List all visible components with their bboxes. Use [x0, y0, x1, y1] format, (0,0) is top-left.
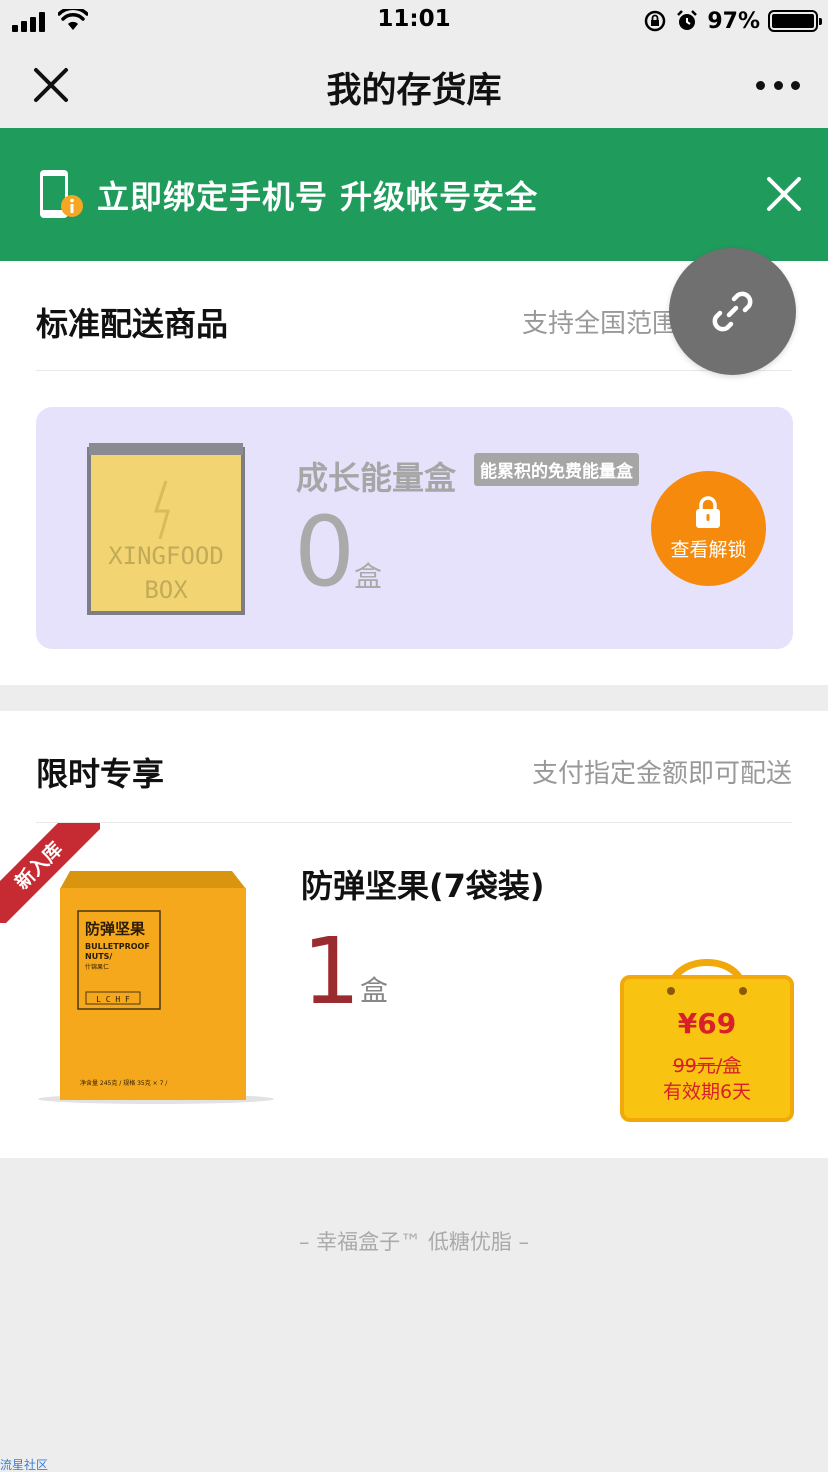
unlock-label: 查看解锁: [670, 539, 747, 561]
banner-close-icon[interactable]: [766, 176, 802, 212]
divider: [36, 370, 792, 371]
product-unit: 盒: [360, 974, 389, 1007]
box-text-line1: XINGFOOD: [108, 542, 224, 570]
bind-phone-banner[interactable]: 立即绑定手机号 升级帐号安全: [0, 128, 828, 261]
original-price: 99元/盒: [672, 1055, 742, 1077]
box-sub3: 什锦果仁: [85, 963, 109, 971]
box-title: 防弹坚果: [85, 920, 146, 938]
bulletproof-nuts-image[interactable]: 防弹坚果 BULLETPROOF NUTS/ 什锦果仁 L C H F 净含量 …: [36, 871, 276, 1107]
box-sub2: NUTS/: [85, 952, 112, 961]
footer-slogan: – 幸福盒子™ 低糖优脂 –: [298, 1230, 530, 1254]
limited-section-title: 限时专享: [36, 755, 165, 793]
limited-offer-section: 限时专享 支付指定金额即可配送 新入库 防弹坚果 BULLETPROOF NUT…: [0, 711, 828, 1158]
alarm-icon: [677, 10, 698, 30]
xingfood-box-image: XINGFOOD BOX: [87, 443, 245, 615]
standard-section-subtitle: 支持全国范围: [521, 309, 678, 339]
unlock-button[interactable]: 查看解锁: [651, 471, 766, 586]
status-bar: 11:01 97%: [0, 0, 828, 42]
current-price: ¥69: [677, 1007, 737, 1040]
limited-section-subtitle: 支付指定金额即可配送: [531, 759, 792, 789]
page-title: 我的存货库: [326, 71, 502, 111]
box-text-line2: BOX: [144, 576, 188, 604]
box-sub1: BULLETPROOF: [85, 942, 150, 951]
price-bag-button[interactable]: ¥69 99元/盒 有效期6天: [619, 951, 795, 1126]
status-right: 97%: [643, 7, 822, 35]
floating-link-button[interactable]: [669, 248, 796, 375]
rotation-lock-icon: [645, 10, 666, 32]
more-options-icon[interactable]: [756, 74, 800, 96]
energy-box-name: 成长能量盒: [296, 459, 457, 497]
energy-box-count: 0: [294, 496, 356, 608]
box-tags: L C H F: [96, 995, 130, 1004]
divider: [36, 822, 792, 823]
link-icon: [712, 291, 753, 332]
phone-alert-icon: [40, 170, 83, 218]
watermark: 流星社区: [0, 1458, 49, 1472]
box-bottom: 净含量 245克 / 规格 35克 × 7 /: [80, 1079, 168, 1087]
energy-box-unit: 盒: [354, 560, 383, 593]
product-name: 防弹坚果(7袋装): [301, 867, 545, 905]
battery-icon: [768, 10, 822, 32]
nav-bar: 我的存货库: [0, 42, 828, 128]
energy-box-card[interactable]: XINGFOOD BOX 成长能量盒 能累积的免费能量盒 0 盒 查看解锁: [36, 407, 793, 649]
lock-icon: [696, 496, 720, 528]
energy-box-tag: 能累积的免费能量盒: [474, 453, 639, 486]
battery-percentage: 97%: [707, 8, 760, 34]
standard-section-title: 标准配送商品: [36, 305, 229, 343]
validity-period: 有效期6天: [662, 1081, 752, 1103]
product-quantity: 1: [302, 918, 361, 1025]
banner-text: 立即绑定手机号 升级帐号安全: [97, 178, 539, 216]
